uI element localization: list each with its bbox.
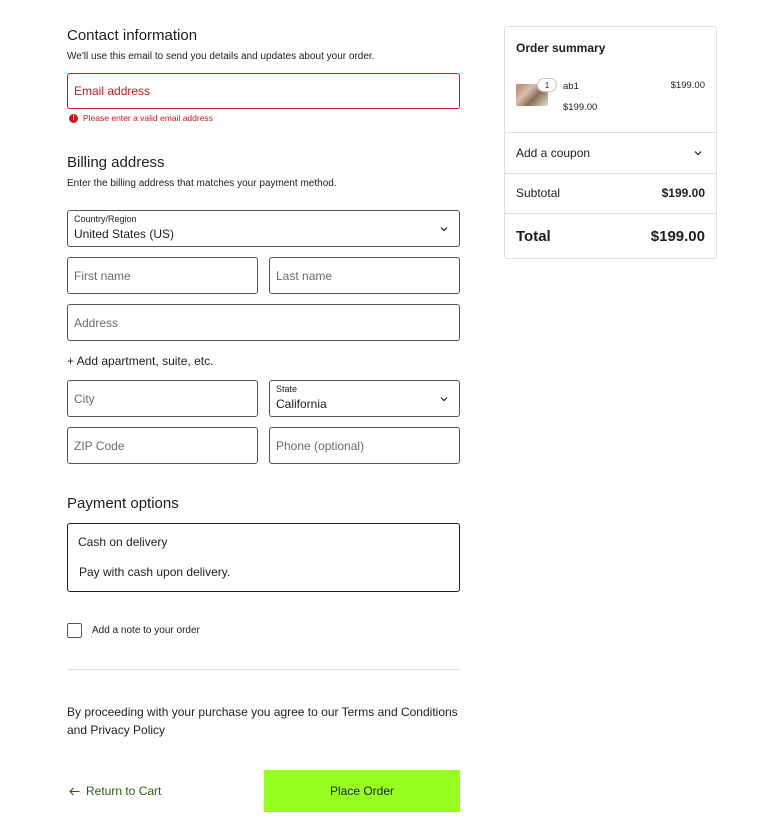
city-field[interactable]: City — [67, 380, 258, 417]
email-error: ! Please enter a valid email address — [69, 113, 213, 123]
payment-method-cod[interactable]: Cash on delivery Pay with cash upon deli… — [67, 523, 460, 592]
order-summary-panel: Order summary 1 ab1 $199.00 $199.00 Add … — [504, 26, 717, 259]
payment-method-title: Cash on delivery — [78, 535, 168, 549]
last-name-placeholder: Last name — [276, 268, 333, 283]
return-to-cart-link[interactable]: Return to Cart — [69, 784, 161, 798]
arrow-left-icon — [69, 787, 80, 795]
state-value: California — [276, 397, 327, 411]
error-icon: ! — [69, 113, 78, 123]
payment-title: Payment options — [67, 495, 179, 512]
contact-title: Contact information — [67, 27, 198, 44]
order-note-label[interactable]: Add a note to your order — [92, 625, 200, 636]
first-name-placeholder: First name — [74, 268, 131, 283]
divider — [505, 213, 716, 214]
return-to-cart-label: Return to Cart — [86, 784, 162, 798]
last-name-field[interactable]: Last name — [269, 257, 460, 294]
phone-field[interactable]: Phone (optional) — [269, 427, 460, 464]
place-order-button[interactable]: Place Order — [264, 770, 460, 812]
chevron-down-icon — [694, 151, 702, 156]
country-select[interactable]: Country/Region United States (US) — [67, 210, 460, 247]
place-order-label: Place Order — [329, 784, 395, 798]
phone-placeholder: Phone (optional) — [276, 438, 365, 453]
total-value: $199.00 — [650, 228, 705, 245]
coupon-label: Add a coupon — [516, 146, 591, 160]
coupon-toggle[interactable]: Add a coupon — [505, 133, 716, 173]
divider — [505, 173, 716, 174]
divider — [67, 669, 460, 670]
total-label: Total — [516, 228, 551, 245]
state-select[interactable]: State California — [269, 380, 460, 417]
product-name: ab1 — [563, 81, 579, 92]
country-label: Country/Region — [74, 214, 137, 224]
subtotal-label: Subtotal — [516, 186, 561, 200]
country-value: United States (US) — [74, 227, 175, 241]
billing-title: Billing address — [67, 154, 165, 171]
product-price: $199.00 — [563, 102, 598, 113]
email-placeholder: Email address — [74, 84, 151, 98]
product-line-total: $199.00 — [670, 80, 705, 91]
order-note-row: Add a note to your order — [67, 623, 200, 638]
contact-description: We'll use this email to send you details… — [67, 51, 375, 62]
city-placeholder: City — [74, 391, 95, 406]
address-placeholder: Address — [74, 315, 119, 330]
email-field[interactable]: Email address — [67, 73, 460, 109]
zip-placeholder: ZIP Code — [74, 438, 125, 453]
subtotal-value: $199.00 — [661, 186, 705, 200]
add-apartment-link[interactable]: + Add apartment, suite, etc. — [67, 354, 213, 368]
zip-field[interactable]: ZIP Code — [67, 427, 258, 464]
first-name-field[interactable]: First name — [67, 257, 258, 294]
email-error-text: Please enter a valid email address — [83, 113, 213, 123]
payment-method-description: Pay with cash upon delivery. — [79, 565, 231, 579]
terms-text: By proceeding with your purchase you agr… — [67, 705, 458, 737]
chevron-down-icon — [440, 226, 448, 231]
chevron-down-icon — [440, 396, 448, 401]
quantity-badge: 1 — [537, 78, 557, 92]
state-label: State — [276, 384, 298, 394]
address-field[interactable]: Address — [67, 304, 460, 341]
order-summary-title: Order summary — [516, 41, 606, 55]
order-note-checkbox[interactable] — [67, 623, 82, 638]
billing-description: Enter the billing address that matches y… — [67, 178, 337, 189]
